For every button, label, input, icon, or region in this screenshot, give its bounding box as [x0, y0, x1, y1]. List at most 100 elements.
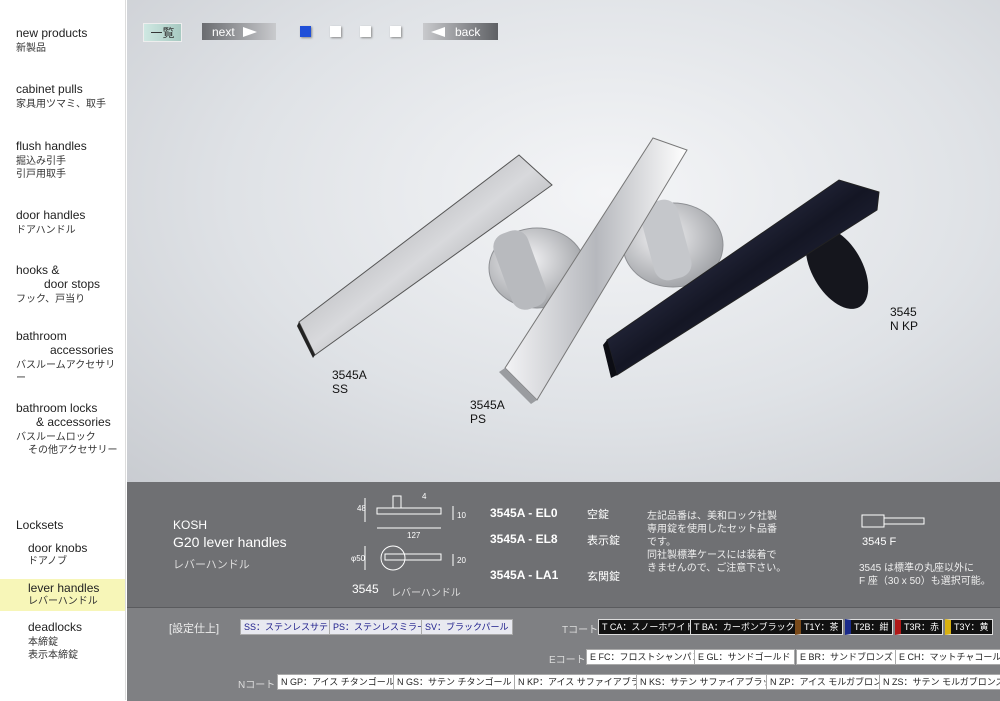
page-indicator-1[interactable] [300, 26, 311, 37]
arrow-right-icon [242, 26, 257, 37]
sidebar-item-door-handles[interactable]: door handles ドアハンドル [0, 208, 125, 237]
t-color-3r: T3R：赤 [895, 619, 944, 635]
finish-ps: PS：ステンレスミラー [329, 619, 431, 635]
product-photo: 一覧 next back 3545A SS 3545A PS 3545 N KP [127, 0, 1000, 482]
back-button[interactable]: back [423, 23, 498, 40]
photo-label-ps: 3545A PS [470, 398, 505, 426]
photo-label-finish: N KP [890, 319, 919, 333]
n-coat-label: Nコート [238, 680, 276, 691]
sidebar-item-lever-handles[interactable]: lever handles レバーハンドル [0, 579, 125, 611]
nav-label-2: door stops [44, 277, 101, 291]
nav-label-jp: 掘込み引手 [16, 156, 66, 167]
next-button[interactable]: next [202, 23, 276, 40]
nav-label: lever handles [28, 581, 100, 595]
arrow-left-icon [431, 26, 445, 37]
finish-ss: SS：ステンレスサテン [240, 619, 342, 635]
note-line: 専用錠を使用したセット品番 [647, 524, 777, 535]
t-color-2b: T2B：紺 [845, 619, 893, 635]
code-el8: 3545A - EL8 [490, 532, 558, 546]
nav-label-2: accessories [50, 343, 114, 357]
page-indicator-2[interactable] [330, 26, 341, 37]
photo-label-code: 3545A [332, 368, 367, 382]
e-coat-ch: E CH：マットチャコール [895, 649, 1000, 665]
dim-4: 4 [422, 492, 427, 501]
note-line: 同社製標準ケースには装着で [647, 550, 777, 561]
t-color-1y: T1Y：茶 [795, 619, 843, 635]
n-coat-gp: N GP：アイス チタンゴールド [277, 674, 408, 690]
nav-label-jp: フック、戸当り [16, 294, 86, 305]
sidebar-item-door-knobs[interactable]: door knobs ドアノブ [0, 541, 125, 568]
photo-label-finish: PS [470, 412, 487, 426]
f-rose-note: 3545 は標準の丸座以外に F 座（30 x 50）も選択可能。 [859, 562, 991, 588]
sidebar-item-cabinet-pulls[interactable]: cabinet pulls 家具用ツマミ、取手 [0, 82, 125, 111]
code-la1-jp: 玄関錠 [587, 571, 620, 583]
nav-label-jp: 新製品 [16, 43, 46, 54]
dim-20: 20 [457, 556, 466, 565]
f-rose-drawing [861, 514, 925, 528]
page-indicator-3[interactable] [360, 26, 371, 37]
e-coat-label: Eコート [549, 655, 586, 666]
t-coat-ba: T BA：カーボンブラック [690, 619, 799, 635]
list-button[interactable]: 一覧 [143, 23, 182, 42]
page-indicator-4[interactable] [390, 26, 401, 37]
nav-label: bathroom locks [16, 401, 98, 415]
nav-label: bathroom [16, 329, 67, 343]
product-name: G20 lever handles [173, 534, 287, 550]
sidebar-item-hooks-door-stops[interactable]: hooks & door stops フック、戸当り [0, 263, 125, 306]
nav-label: door handles [16, 208, 86, 222]
nav-label: flush handles [16, 139, 87, 153]
f-rose-label: 3545 F [862, 536, 897, 548]
nav-label: hooks & [16, 263, 60, 277]
code-la1: 3545A - LA1 [490, 568, 559, 582]
photo-label-finish: SS [332, 382, 349, 396]
e-coat-gl: E GL：サンドゴールド [694, 649, 795, 665]
photo-label-code: 3545 [890, 305, 917, 319]
nav-label-jp: ドアハンドル [16, 225, 76, 236]
dim-127: 127 [407, 531, 421, 540]
list-button-label: 一覧 [150, 26, 175, 40]
product-model: 3545 [352, 582, 379, 596]
spec-title: [設定仕上] [169, 623, 220, 635]
e-coat-fc: E FC：フロストシャンパン [586, 649, 705, 665]
finish-spec-bar: [設定仕上] SS：ステンレスサテン PS：ステンレスミラー SV：ブラックパー… [127, 607, 1000, 701]
nav-label-jp: 家具用ツマミ、取手 [16, 99, 106, 110]
photo-label-nkp: 3545 N KP [890, 305, 918, 333]
sidebar-item-bathroom-accessories[interactable]: bathroom accessories バスルームアクセサリー [0, 329, 125, 385]
t-coat-label: Tコート [562, 625, 599, 636]
sidebar: new products 新製品 cabinet pulls 家具用ツマミ、取手… [0, 0, 126, 700]
nav-label-jp: ドアノブ [28, 556, 68, 567]
f-rose-note-1: 3545 は標準の丸座以外に [859, 563, 975, 574]
n-coat-zs: N ZS：サテン モルガブロンズ [879, 674, 1000, 690]
note-line: です。 [647, 537, 676, 548]
finish-sv: SV：ブラックパール [421, 619, 513, 635]
sidebar-item-deadlocks[interactable]: deadlocks 本締錠 表示本締錠 [0, 620, 125, 662]
nav-heading: Locksets [16, 518, 64, 532]
code-el0-jp: 空錠 [587, 509, 609, 521]
product-brand: KOSH [173, 518, 208, 532]
nav-label-2: & accessories [36, 415, 111, 429]
lever-handles-image [297, 137, 880, 404]
dim-48: 48 [357, 504, 366, 513]
sidebar-item-bathroom-locks[interactable]: bathroom locks & accessories バスルームロック その… [0, 401, 125, 457]
nav-label: new products [16, 26, 88, 40]
nav-label-jp: バスルームアクセサリー [16, 360, 116, 384]
nav-label-jp-2: 引戸用取手 [16, 169, 66, 180]
note-line: きませんので、ご注意下さい。 [647, 563, 787, 574]
product-name-jp: レバーハンドル [173, 559, 250, 571]
code-el8-jp: 表示錠 [587, 535, 620, 547]
n-coat-ks: N KS：サテン サファイアブラック [636, 674, 785, 690]
sidebar-item-flush-handles[interactable]: flush handles 掘込み引手 引戸用取手 [0, 139, 125, 181]
nav-label: cabinet pulls [16, 82, 83, 96]
product-model-jp: レバーハンドル [391, 588, 461, 599]
sidebar-item-new-products[interactable]: new products 新製品 [0, 26, 125, 55]
e-coat-br: E BR：サンドブロンズ [796, 649, 897, 665]
nav-label-jp-2: その他アクセサリー [28, 445, 118, 456]
f-rose-note-2: F 座（30 x 50）も選択可能。 [859, 576, 991, 587]
nav-label-jp: 本締錠 [28, 637, 58, 648]
dim-50: φ50 [351, 554, 366, 563]
dim-10: 10 [457, 511, 466, 520]
next-button-label: next [212, 24, 235, 39]
nav-label-jp: バスルームロック [16, 432, 96, 443]
nav-label-jp-2: 表示本締錠 [28, 650, 78, 661]
code-el0: 3545A - EL0 [490, 506, 558, 520]
